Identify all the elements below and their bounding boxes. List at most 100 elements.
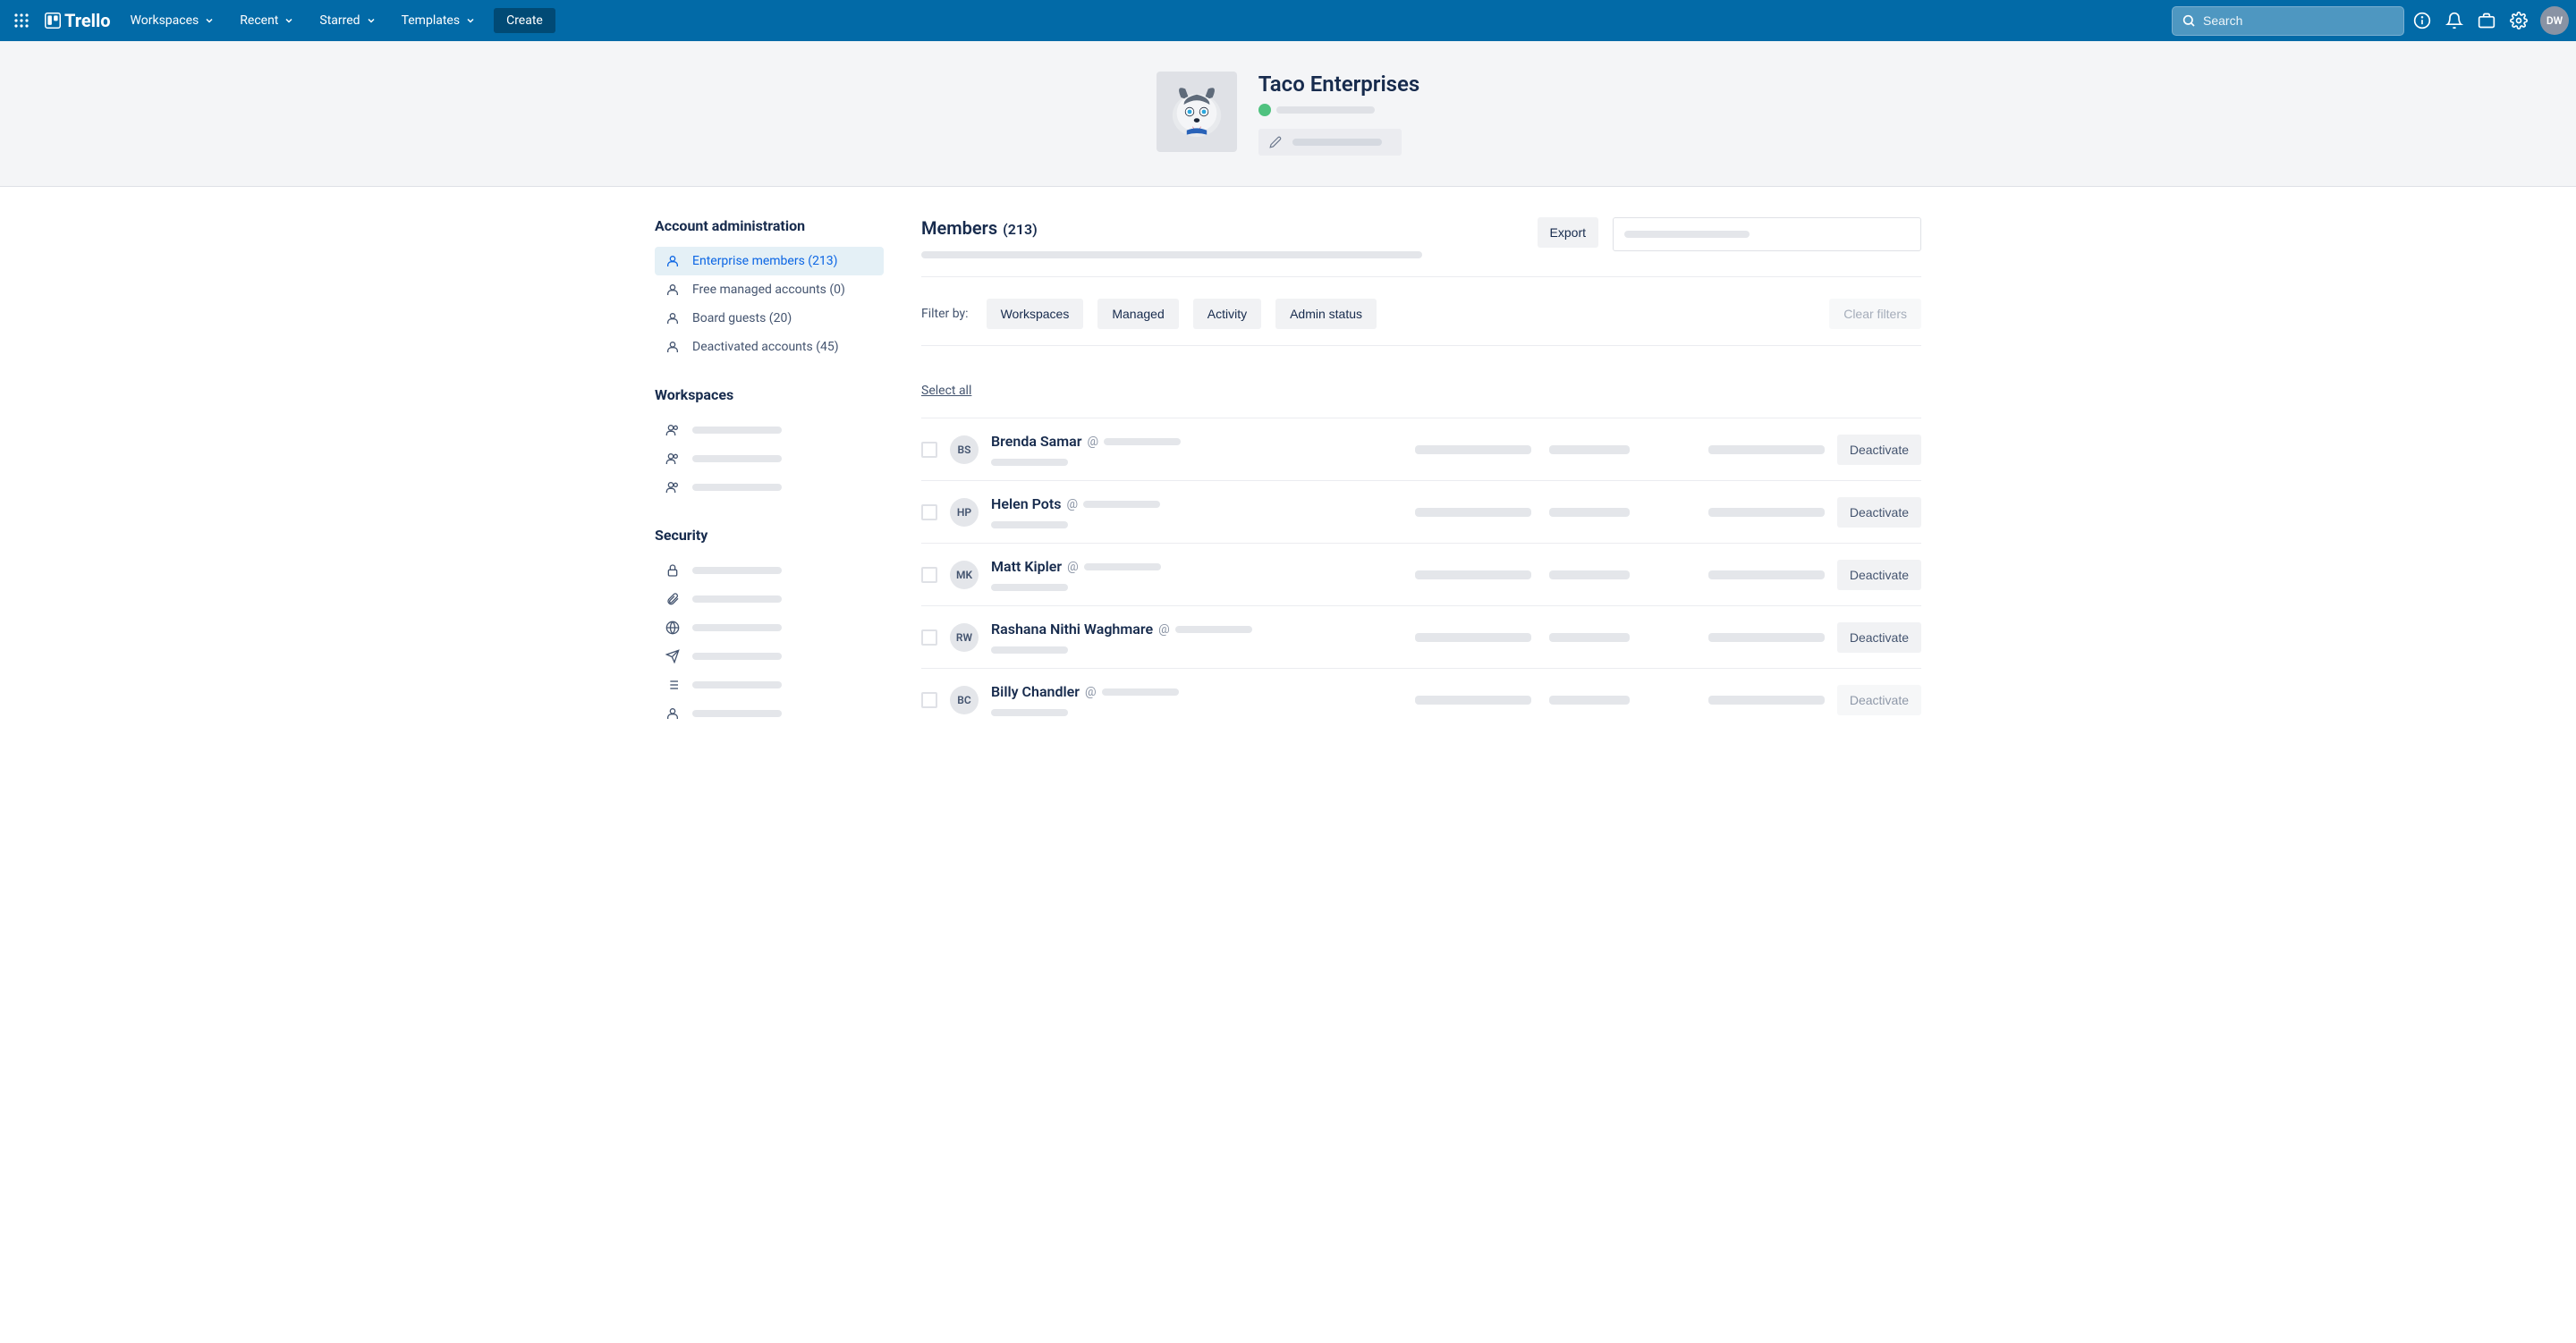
member-row: MKMatt Kipler @Deactivate — [921, 543, 1921, 605]
member-name: Rashana Nithi Waghmare — [991, 621, 1153, 638]
clear-filters-button[interactable]: Clear filters — [1829, 299, 1921, 329]
skeleton — [1708, 445, 1825, 454]
skeleton — [692, 427, 782, 434]
member-row: RWRashana Nithi Waghmare @Deactivate — [921, 605, 1921, 668]
search-box[interactable] — [2172, 6, 2404, 36]
deactivate-button[interactable]: Deactivate — [1837, 685, 1921, 715]
sidebar-admin-item[interactable]: Enterprise members (213) — [655, 247, 884, 275]
skeleton — [1549, 633, 1630, 642]
filter-admin-status[interactable]: Admin status — [1275, 299, 1377, 329]
skeleton — [991, 646, 1068, 654]
people-icon — [665, 480, 680, 494]
chevron-down-icon — [465, 15, 476, 26]
nav-recent[interactable]: Recent — [229, 8, 305, 33]
nav-label: Workspaces — [131, 13, 199, 28]
chevron-down-icon — [204, 15, 215, 26]
sidebar-item-label: Enterprise members (213) — [692, 254, 838, 268]
skeleton — [1276, 106, 1375, 114]
title-text: Members — [921, 217, 997, 239]
filter-search-box[interactable] — [1613, 217, 1921, 251]
select-all-link[interactable]: Select all — [921, 384, 971, 398]
nav-workspaces[interactable]: Workspaces — [120, 8, 226, 33]
deactivate-button[interactable]: Deactivate — [1837, 497, 1921, 528]
trello-logo[interactable]: Trello — [39, 10, 116, 31]
filter-label: Filter by: — [921, 307, 969, 321]
person-icon — [665, 254, 680, 268]
member-handle: @ — [1066, 497, 1078, 511]
settings-icon[interactable] — [2504, 6, 2533, 35]
skeleton — [1102, 688, 1179, 696]
member-name: Brenda Samar — [991, 433, 1082, 450]
member-name: Matt Kipler — [991, 558, 1062, 575]
org-header: Taco Enterprises — [0, 41, 2576, 187]
list-icon — [665, 678, 680, 692]
member-checkbox[interactable] — [921, 692, 937, 708]
org-name: Taco Enterprises — [1258, 72, 1420, 97]
sidebar-workspace-item[interactable] — [655, 473, 884, 502]
edit-org-button[interactable] — [1258, 129, 1402, 156]
member-handle: @ — [1085, 685, 1097, 699]
skeleton — [921, 251, 1422, 258]
globe-icon — [665, 621, 680, 635]
info-icon[interactable] — [2408, 6, 2436, 35]
user-avatar[interactable]: DW — [2540, 6, 2569, 35]
member-checkbox[interactable] — [921, 629, 937, 646]
nav-templates[interactable]: Templates — [391, 8, 487, 33]
deactivate-button[interactable]: Deactivate — [1837, 435, 1921, 465]
nav-label: Templates — [402, 13, 461, 28]
filter-workspaces[interactable]: Workspaces — [987, 299, 1084, 329]
skeleton — [1708, 633, 1825, 642]
notifications-icon[interactable] — [2440, 6, 2469, 35]
sidebar-section-security: Security — [655, 527, 884, 544]
sidebar-admin-item[interactable]: Board guests (20) — [655, 304, 884, 333]
member-handle: @ — [1088, 435, 1099, 449]
globe-icon — [1258, 104, 1271, 116]
sidebar-security-item[interactable] — [655, 699, 884, 728]
sidebar-item-label: Free managed accounts (0) — [692, 283, 845, 297]
member-avatar: BC — [950, 686, 979, 714]
sidebar-security-item[interactable] — [655, 642, 884, 671]
member-checkbox[interactable] — [921, 442, 937, 458]
member-checkbox[interactable] — [921, 567, 937, 583]
sidebar-security-item[interactable] — [655, 613, 884, 642]
skeleton — [991, 459, 1068, 466]
deactivate-button[interactable]: Deactivate — [1837, 622, 1921, 653]
sidebar-security-item[interactable] — [655, 585, 884, 613]
logo-text: Trello — [64, 10, 111, 31]
sidebar-admin-item[interactable]: Free managed accounts (0) — [655, 275, 884, 304]
send-icon — [665, 649, 680, 663]
sidebar-admin-item[interactable]: Deactivated accounts (45) — [655, 333, 884, 361]
sidebar-workspace-item[interactable] — [655, 416, 884, 444]
member-avatar: BS — [950, 435, 979, 464]
sidebar-workspace-item[interactable] — [655, 444, 884, 473]
member-checkbox[interactable] — [921, 504, 937, 520]
skeleton — [991, 521, 1068, 528]
member-row: BCBilly Chandler @Deactivate — [921, 668, 1921, 731]
chevron-down-icon — [284, 15, 294, 26]
filter-activity[interactable]: Activity — [1193, 299, 1261, 329]
person-icon — [665, 706, 680, 721]
export-button[interactable]: Export — [1538, 217, 1598, 248]
people-icon — [665, 452, 680, 466]
briefcase-icon[interactable] — [2472, 6, 2501, 35]
sidebar-security-item[interactable] — [655, 671, 884, 699]
top-navigation: Trello Workspaces Recent Starred Templat… — [0, 0, 2576, 41]
nav-starred[interactable]: Starred — [309, 8, 386, 33]
member-row: BS Brenda Samar @ Deactivate — [921, 418, 1921, 480]
skeleton — [1708, 696, 1825, 705]
create-button[interactable]: Create — [494, 8, 555, 33]
apps-switcher-icon[interactable] — [7, 6, 36, 35]
deactivate-button[interactable]: Deactivate — [1837, 560, 1921, 590]
skeleton — [692, 595, 782, 603]
person-icon — [665, 311, 680, 325]
people-icon — [665, 423, 680, 437]
search-input[interactable] — [2203, 13, 2394, 28]
filter-managed[interactable]: Managed — [1097, 299, 1178, 329]
divider — [921, 276, 1921, 277]
skeleton — [1104, 438, 1181, 445]
member-avatar: HP — [950, 498, 979, 527]
sidebar-section-workspaces: Workspaces — [655, 386, 884, 403]
sidebar-security-item[interactable] — [655, 556, 884, 585]
skeleton — [692, 681, 782, 688]
skeleton — [692, 484, 782, 491]
